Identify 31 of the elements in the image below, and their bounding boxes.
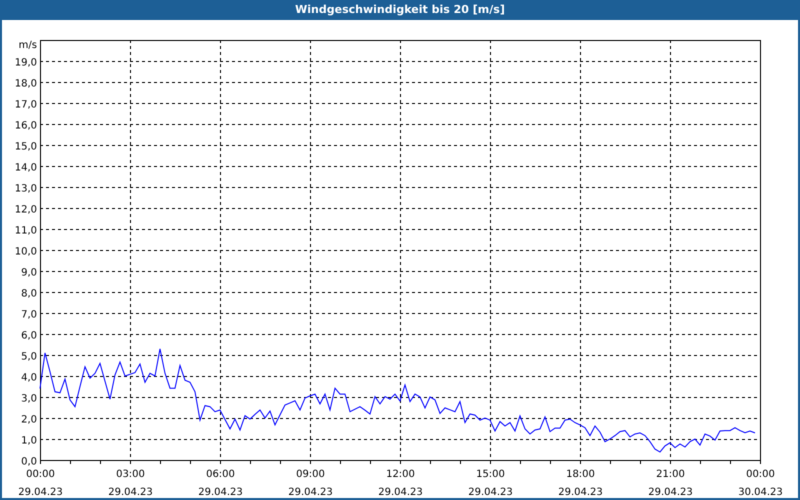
axis-label: 18,0 [14, 78, 37, 90]
axis-label: 13,0 [14, 184, 37, 194]
axis-label: 5,0 [21, 352, 37, 362]
axis-label: 09:00 29.04.23 [288, 469, 333, 498]
axis-label: 00:00 29.04.23 [18, 469, 63, 498]
axis-label: 21:00 29.04.23 [648, 469, 693, 498]
axis-label: 17,0 [14, 100, 37, 110]
axis-label: 3,0 [21, 394, 37, 404]
axis-label: 12:00 29.04.23 [378, 469, 423, 498]
axis-label: 1,0 [21, 436, 37, 446]
axis-label: 11,0 [14, 226, 37, 236]
axis-label: 2,0 [21, 414, 37, 426]
axis-label: 15:00 29.04.23 [468, 469, 513, 498]
window-title: Windgeschwindigkeit bis 20 [m/s] [295, 3, 505, 16]
axis-label: 6,0 [21, 330, 37, 342]
axis-label: 0,0 [21, 456, 37, 468]
axis-label: 7,0 [21, 310, 37, 320]
axis-label: 14,0 [14, 162, 37, 174]
axis-label: 15,0 [14, 142, 37, 152]
axis-label: 19,0 [14, 58, 37, 68]
axis-label: 4,0 [21, 372, 37, 384]
axis-label: 18:00 29.04.23 [558, 469, 603, 498]
axis-title: m/s [18, 40, 37, 51]
axis-label: 03:00 29.04.23 [108, 469, 153, 498]
axis-label: 9,0 [21, 268, 37, 278]
axis-label: 00:00 30.04.23 [738, 469, 783, 498]
axis-label: 16,0 [14, 120, 37, 132]
axis-label: 10,0 [14, 246, 37, 258]
axis-label: 12,0 [14, 204, 37, 216]
axis-label: 06:00 29.04.23 [198, 469, 243, 498]
axis-label: 8,0 [21, 288, 37, 300]
